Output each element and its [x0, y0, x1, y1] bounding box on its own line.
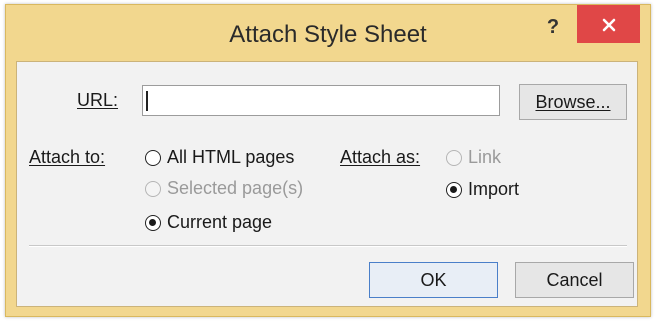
title-bar[interactable]: Attach Style Sheet ? [6, 5, 650, 63]
attach-as-label: Attach as: [340, 147, 420, 168]
radio-link-label: Link [468, 147, 502, 167]
radio-import[interactable]: Import [446, 179, 519, 200]
browse-button[interactable]: Browse... [519, 84, 627, 120]
radio-unchecked-icon [145, 149, 161, 166]
attach-as-label-text: Attach as: [340, 147, 421, 167]
close-button[interactable] [577, 5, 640, 43]
radio-checked-icon [446, 181, 462, 198]
attach-to-label-text: Attach to: [29, 147, 106, 167]
url-input[interactable] [142, 85, 500, 116]
separator [29, 245, 627, 247]
browse-button-label: Browse... [535, 92, 611, 112]
radio-disabled-icon [145, 180, 161, 197]
url-label-text: URL: [77, 90, 119, 110]
radio-current-page-label: Current page [167, 212, 273, 232]
radio-selected-pages-label: Selected page(s) [167, 178, 304, 198]
close-icon [602, 18, 615, 32]
radio-import-label: Import [468, 179, 520, 199]
radio-disabled-icon [446, 149, 462, 166]
dialog-body: URL: Browse... Attach to: All HTML pages… [16, 61, 638, 307]
radio-selected-pages: Selected page(s) [145, 178, 303, 199]
radio-link: Link [446, 147, 501, 168]
ok-button[interactable]: OK [369, 262, 498, 298]
cancel-button[interactable]: Cancel [515, 262, 634, 298]
radio-all-html-pages-label: All HTML pages [167, 147, 295, 167]
radio-current-page[interactable]: Current page [145, 212, 272, 233]
radio-all-html-pages[interactable]: All HTML pages [145, 147, 294, 168]
radio-checked-icon [145, 214, 161, 231]
url-label: URL: [77, 90, 118, 111]
help-button[interactable]: ? [536, 12, 570, 42]
attach-style-sheet-dialog: Attach Style Sheet ? URL: Browse... Atta… [5, 4, 651, 317]
text-cursor [146, 91, 148, 111]
attach-to-label: Attach to: [29, 147, 105, 168]
